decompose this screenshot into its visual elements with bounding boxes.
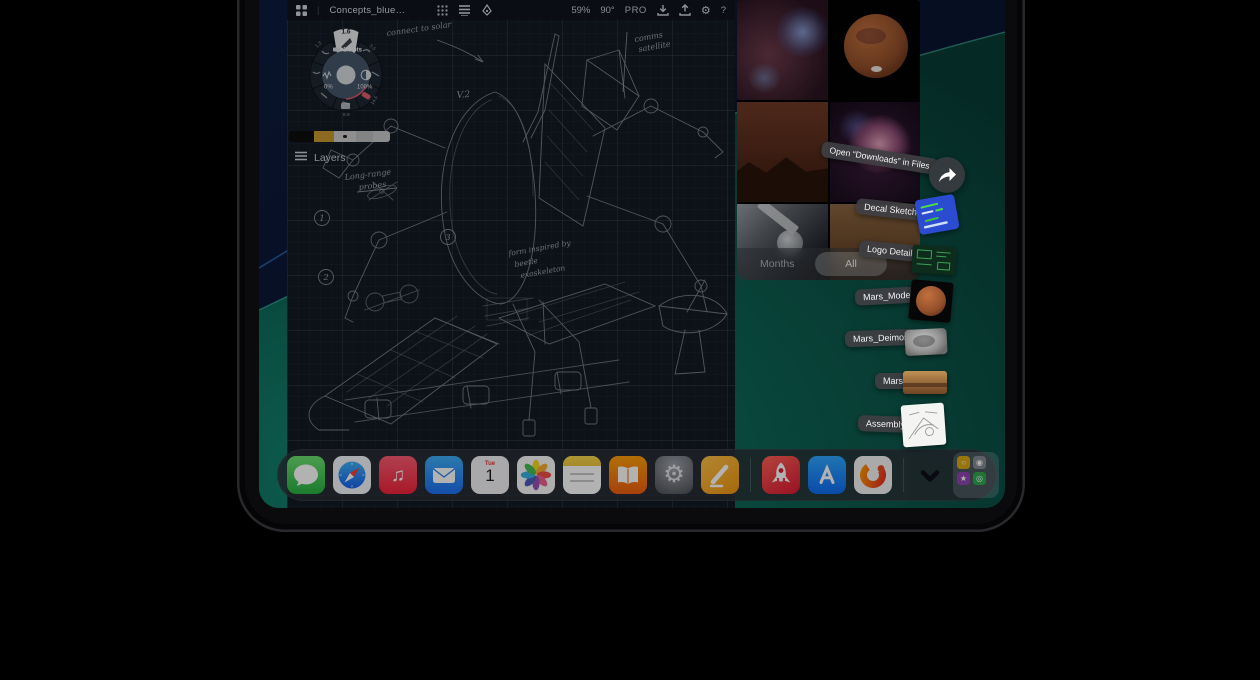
- drag-thumb-assembly[interactable]: [901, 403, 947, 448]
- drag-thumb-mars[interactable]: [903, 371, 947, 394]
- stage: | Concepts_blue… 59% 90° PRO: [0, 0, 1260, 680]
- drag-thumb-mars-model[interactable]: [908, 279, 953, 323]
- share-forward-button[interactable]: [929, 157, 965, 193]
- drag-thumb-mars-deimos[interactable]: [904, 328, 947, 356]
- ipad-screen: | Concepts_blue… 59% 90° PRO: [259, 0, 1005, 508]
- drag-thumb-decal-sketches[interactable]: [914, 194, 959, 235]
- forward-arrow-icon: [937, 167, 957, 183]
- drag-layer: Open “Downloads” in Files Decal Sketches…: [259, 0, 1005, 508]
- drag-pill-open-downloads[interactable]: Open “Downloads” in Files: [820, 141, 938, 175]
- drag-thumb-logo-detail[interactable]: [911, 244, 957, 275]
